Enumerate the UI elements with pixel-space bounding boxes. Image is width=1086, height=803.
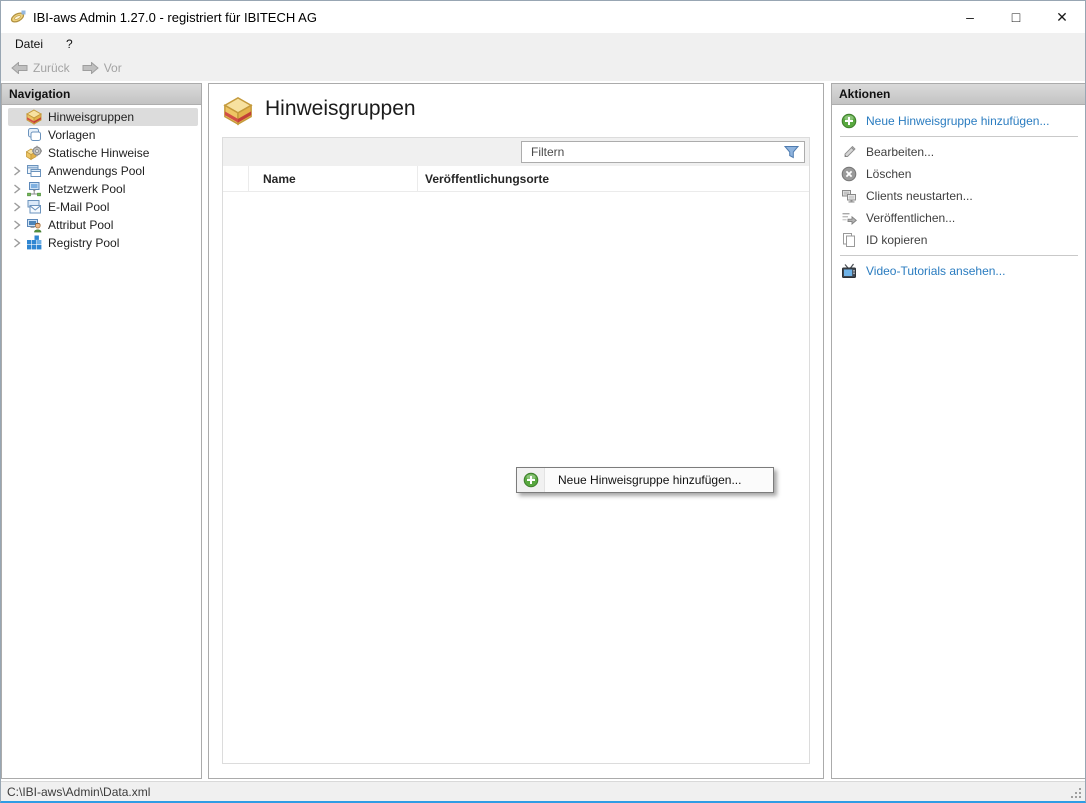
statische-hinweise-icon xyxy=(26,145,42,161)
filter-input[interactable] xyxy=(521,141,805,163)
action-id-kopieren[interactable]: ID kopieren xyxy=(832,229,1086,251)
forward-arrow-icon xyxy=(82,62,99,74)
action-veroeffentlichen[interactable]: Veröffentlichen... xyxy=(832,207,1086,229)
menu-help[interactable]: ? xyxy=(57,35,82,53)
navigation-list: Hinweisgruppen Vorlagen xyxy=(2,105,201,252)
toolbar: Zurück Vor xyxy=(1,55,1085,81)
publish-icon xyxy=(841,210,857,226)
forward-label: Vor xyxy=(104,61,122,75)
context-menu-icon-gutter xyxy=(517,468,545,492)
actions-panel: Aktionen Neue Hinweisgruppe hinzufügen..… xyxy=(831,83,1086,779)
hinweisgruppen-icon xyxy=(26,109,42,125)
column-header-name[interactable]: Name xyxy=(249,166,418,191)
data-file-path: C:\IBI-aws\Admin\Data.xml xyxy=(1,785,150,799)
nav-item-label: Vorlagen xyxy=(48,128,95,142)
action-label: Clients neustarten... xyxy=(866,189,973,203)
actions-header: Aktionen xyxy=(832,84,1086,105)
table-gutter-column xyxy=(223,166,249,191)
hinweisgruppen-list: Name Veröffentlichungsorte xyxy=(222,137,810,764)
resize-grip[interactable] xyxy=(1070,787,1083,800)
filter-icon[interactable] xyxy=(784,145,799,159)
nav-item-label: Statische Hinweise xyxy=(48,146,149,160)
actions-separator xyxy=(840,255,1078,256)
nav-item-label: Netzwerk Pool xyxy=(48,182,125,196)
page-title: Hinweisgruppen xyxy=(265,97,416,121)
action-label: ID kopieren xyxy=(866,233,927,247)
chevron-right-icon xyxy=(13,237,21,249)
delete-icon xyxy=(841,166,857,182)
menubar: Datei ? xyxy=(1,33,1085,55)
chevron-spacer xyxy=(8,128,26,142)
nav-item-registry-pool[interactable]: Registry Pool xyxy=(8,234,198,252)
clients-restart-icon xyxy=(841,188,857,204)
back-button[interactable]: Zurück xyxy=(5,59,76,77)
chevron-right-icon xyxy=(13,219,21,231)
nav-item-email-pool[interactable]: E-Mail Pool xyxy=(8,198,198,216)
netzwerk-pool-icon xyxy=(26,181,42,197)
add-icon xyxy=(841,113,857,129)
action-label: Veröffentlichen... xyxy=(866,211,955,225)
hinweisgruppen-title-icon xyxy=(223,96,253,126)
action-label: Video-Tutorials ansehen... xyxy=(866,264,1005,278)
attribut-pool-icon xyxy=(26,217,42,233)
window-title: IBI-aws Admin 1.27.0 - registriert für I… xyxy=(33,10,317,25)
anwendungs-pool-icon xyxy=(26,163,42,179)
titlebar: IBI-aws Admin 1.27.0 - registriert für I… xyxy=(1,1,1085,33)
main-panel: Hinweisgruppen Name Veröffentlichungsort… xyxy=(208,83,824,779)
back-arrow-icon xyxy=(11,62,28,74)
chevron-spacer xyxy=(8,146,26,160)
navigation-header: Navigation xyxy=(2,84,201,105)
nav-item-label: E-Mail Pool xyxy=(48,200,109,214)
registry-pool-icon xyxy=(26,235,42,251)
action-label: Bearbeiten... xyxy=(866,145,934,159)
nav-item-label: Attribut Pool xyxy=(48,218,113,232)
action-bearbeiten[interactable]: Bearbeiten... xyxy=(832,141,1086,163)
nav-item-anwendungs-pool[interactable]: Anwendungs Pool xyxy=(8,162,198,180)
action-label: Neue Hinweisgruppe hinzufügen... xyxy=(866,114,1049,128)
action-loeschen[interactable]: Löschen xyxy=(832,163,1086,185)
context-menu-item-add-hinweisgruppe[interactable]: Neue Hinweisgruppe hinzufügen... xyxy=(545,473,741,487)
pencil-icon xyxy=(841,144,857,160)
minimize-button[interactable]: – xyxy=(947,1,993,33)
filter-bar xyxy=(223,138,809,166)
email-pool-icon xyxy=(26,199,42,215)
nav-item-hinweisgruppen[interactable]: Hinweisgruppen xyxy=(8,108,198,126)
app-icon xyxy=(9,9,27,25)
forward-button[interactable]: Vor xyxy=(76,59,128,77)
nav-item-vorlagen[interactable]: Vorlagen xyxy=(8,126,198,144)
column-header-veroeffentlichungsorte[interactable]: Veröffentlichungsorte xyxy=(418,166,549,191)
statusbar: C:\IBI-aws\Admin\Data.xml xyxy=(1,781,1085,802)
chevron-right-icon xyxy=(13,183,21,195)
main-header: Hinweisgruppen xyxy=(209,84,823,136)
actions-list: Neue Hinweisgruppe hinzufügen... Bearbei… xyxy=(832,105,1086,282)
action-video-tutorials[interactable]: Video-Tutorials ansehen... xyxy=(832,260,1086,282)
actions-separator xyxy=(840,136,1078,137)
nav-item-statische-hinweise[interactable]: Statische Hinweise xyxy=(8,144,198,162)
nav-item-label: Hinweisgruppen xyxy=(48,110,134,124)
chevron-spacer xyxy=(8,110,26,124)
menu-datei[interactable]: Datei xyxy=(6,35,52,53)
add-icon xyxy=(523,472,539,488)
action-label: Löschen xyxy=(866,167,911,181)
window-controls: – □ ✕ xyxy=(947,1,1085,33)
app-window: IBI-aws Admin 1.27.0 - registriert für I… xyxy=(0,0,1086,803)
chevron-right-icon xyxy=(13,165,21,177)
copy-icon xyxy=(841,232,857,248)
nav-item-netzwerk-pool[interactable]: Netzwerk Pool xyxy=(8,180,198,198)
nav-item-label: Registry Pool xyxy=(48,236,119,250)
navigation-panel: Navigation Hinweisgruppen xyxy=(1,83,202,779)
maximize-button[interactable]: □ xyxy=(993,1,1039,33)
video-tutorials-icon xyxy=(841,263,857,279)
action-add-hinweisgruppe[interactable]: Neue Hinweisgruppe hinzufügen... xyxy=(832,110,1086,132)
back-label: Zurück xyxy=(33,61,70,75)
vorlagen-icon xyxy=(26,127,42,143)
close-button[interactable]: ✕ xyxy=(1039,1,1085,33)
table-header: Name Veröffentlichungsorte xyxy=(223,166,809,192)
nav-item-attribut-pool[interactable]: Attribut Pool xyxy=(8,216,198,234)
chevron-right-icon xyxy=(13,201,21,213)
nav-item-label: Anwendungs Pool xyxy=(48,164,145,178)
action-clients-neustarten[interactable]: Clients neustarten... xyxy=(832,185,1086,207)
context-menu: Neue Hinweisgruppe hinzufügen... xyxy=(516,467,774,493)
